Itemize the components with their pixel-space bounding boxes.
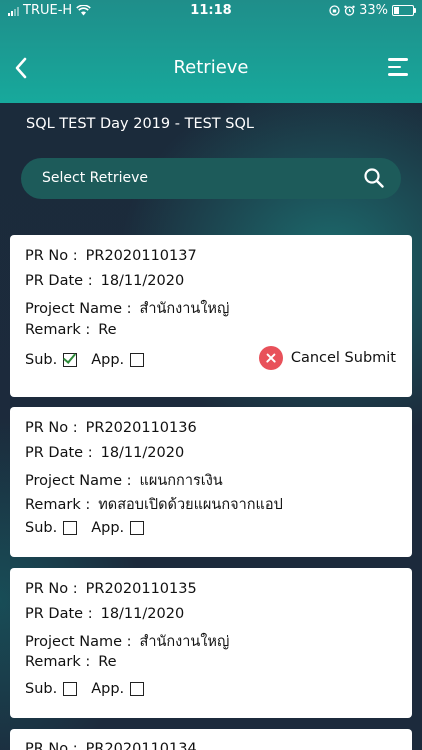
remark-label: Remark : [25,654,91,670]
app-label: App. [91,520,125,536]
pr-no-label: PR No : [25,248,78,264]
close-icon [258,346,283,370]
remark-value: ทดสอบเปิดด้วยแผนกจากแอป [98,497,283,513]
sub-checkbox[interactable] [63,521,78,535]
pr-date-label: PR Date : [25,606,93,622]
project-name-label: Project Name : [25,473,132,489]
remark-row: Remark : ทดสอบเปิดด้วยแผนกจากแอป [25,493,283,516]
pr-no-row: PR No : PR2020110135 [25,581,197,597]
pr-date-row: PR Date : 18/11/2020 [25,606,184,622]
remark-row: Remark : Re [25,654,117,670]
pr-no-row: PR No : PR2020110134 [25,741,197,750]
pr-no-value: PR2020110135 [85,581,197,597]
pr-no-label: PR No : [25,581,78,597]
header-bar: TRUE-H 11:18 33% Retrieve [0,0,422,103]
pr-card[interactable]: PR No : PR2020110136 PR Date :18/11/2020 … [10,407,412,557]
page-title: Retrieve [173,57,249,78]
app-checkbox[interactable] [130,521,145,535]
pr-no-value: PR2020110137 [85,248,197,264]
search-label: Select Retrieve [42,170,148,186]
app-label: App. [91,681,125,697]
pr-no-value: PR2020110136 [85,420,197,436]
battery-percent: 33% [359,3,388,18]
project-name-row: Project Name : แผนกการเงิน [25,469,223,492]
pr-date-value: 18/11/2020 [100,273,185,289]
cancel-submit-button[interactable]: Cancel Submit [258,346,396,370]
pr-no-value: PR2020110134 [85,741,197,750]
remark-label: Remark : [25,322,91,338]
status-row: Sub. App. [25,352,158,368]
project-name-row: Project Name : สำนักงานใหญ่ [25,297,229,320]
pr-card[interactable]: PR No : PR2020110134 [10,729,412,750]
alarm-icon [344,5,355,16]
remark-label: Remark : [25,497,91,513]
pr-date-row: PR Date : 18/11/2020 [25,273,184,289]
project-subtitle: SQL TEST Day 2019 - TEST SQL [26,116,254,132]
app-checkbox[interactable] [130,353,145,367]
sub-label: Sub. [25,520,58,536]
menu-button[interactable] [388,58,408,78]
sub-checkbox[interactable] [63,682,78,696]
pr-card[interactable]: PR No : PR2020110135 PR Date :18/11/2020 … [10,568,412,718]
select-retrieve-search[interactable]: Select Retrieve [21,158,401,199]
remark-row: Remark : Re [25,322,117,338]
pr-date-value: 18/11/2020 [100,445,185,461]
app-label: App. [91,352,125,368]
pr-date-label: PR Date : [25,273,93,289]
remark-value: Re [98,654,117,670]
app-checkbox[interactable] [130,682,145,696]
remark-value: Re [98,322,117,338]
sub-label: Sub. [25,352,58,368]
battery-icon [392,5,416,16]
project-name-value: สำนักงานใหญ่ [139,301,230,317]
pr-date-label: PR Date : [25,445,93,461]
status-row: Sub. App. [25,681,158,697]
pr-card[interactable]: PR No : PR2020110137 PR Date :18/11/2020 … [10,235,412,397]
pr-no-row: PR No : PR2020110136 [25,420,197,436]
status-bar: TRUE-H 11:18 33% [0,0,422,22]
pr-date-row: PR Date : 18/11/2020 [25,445,184,461]
project-name-label: Project Name : [25,301,132,317]
search-icon[interactable] [363,167,385,189]
pr-date-value: 18/11/2020 [100,606,185,622]
sub-checkbox[interactable] [63,353,78,367]
sub-label: Sub. [25,681,58,697]
pr-no-label: PR No : [25,741,78,750]
pr-no-row: PR No : PR2020110137 [25,248,197,264]
project-name-value: แผนกการเงิน [139,473,223,489]
cancel-submit-label: Cancel Submit [290,350,396,366]
pr-no-label: PR No : [25,420,78,436]
project-name-label: Project Name : [25,634,132,650]
project-name-value: สำนักงานใหญ่ [139,634,230,650]
orientation-lock-icon [329,5,340,16]
project-name-row: Project Name : สำนักงานใหญ่ [25,630,229,653]
status-row: Sub. App. [25,520,158,536]
